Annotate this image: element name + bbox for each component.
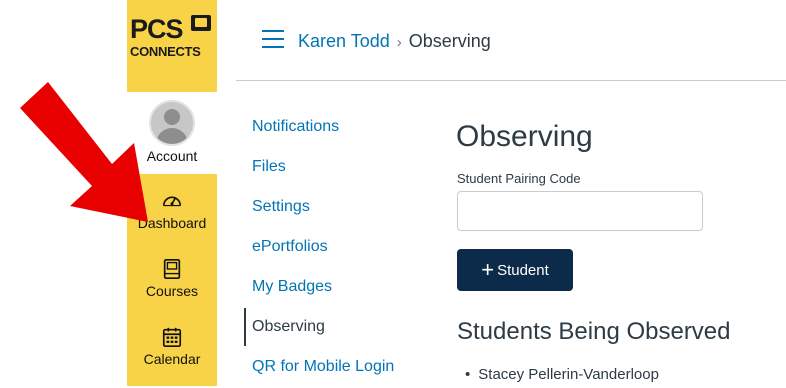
subnav-my-badges[interactable]: My Badges [252,278,332,296]
courses-icon [163,259,181,279]
red-arrow-icon [20,82,148,222]
courses-label: Courses [145,283,199,299]
pairing-code-input[interactable] [457,191,703,231]
observed-students-list: Stacey Pellerin-Vanderloop [465,366,659,383]
page-title: Observing [456,120,593,153]
subnav-files[interactable]: Files [252,158,286,176]
header-divider [236,80,786,81]
global-nav-calendar[interactable]: Calendar [127,320,217,388]
add-student-label: Student [497,261,549,279]
list-item: Stacey Pellerin-Vanderloop [465,366,659,383]
pairing-code-label: Student Pairing Code [457,171,581,186]
breadcrumb-separator: › [396,34,402,51]
subnav-settings[interactable]: Settings [252,198,310,216]
breadcrumb: Karen Todd › Observing [298,30,491,54]
breadcrumb-current: Observing [408,31,491,51]
calendar-icon [162,327,182,347]
plus-icon: + [481,257,495,282]
subnav-observing[interactable]: Observing [252,318,325,336]
subnav-qr-mobile-login[interactable]: QR for Mobile Login [252,358,394,376]
observed-students-title: Students Being Observed [457,318,731,345]
calendar-label: Calendar [143,351,201,367]
global-nav-courses[interactable]: Courses [127,252,217,320]
subnav-notifications[interactable]: Notifications [252,118,339,136]
subnav-eportfolios[interactable]: ePortfolios [252,238,328,256]
breadcrumb-user-link[interactable]: Karen Todd [298,31,390,51]
hamburger-menu-icon[interactable] [262,30,284,48]
add-student-button[interactable]: + Student [457,249,573,291]
subnav-active-indicator [244,308,246,346]
